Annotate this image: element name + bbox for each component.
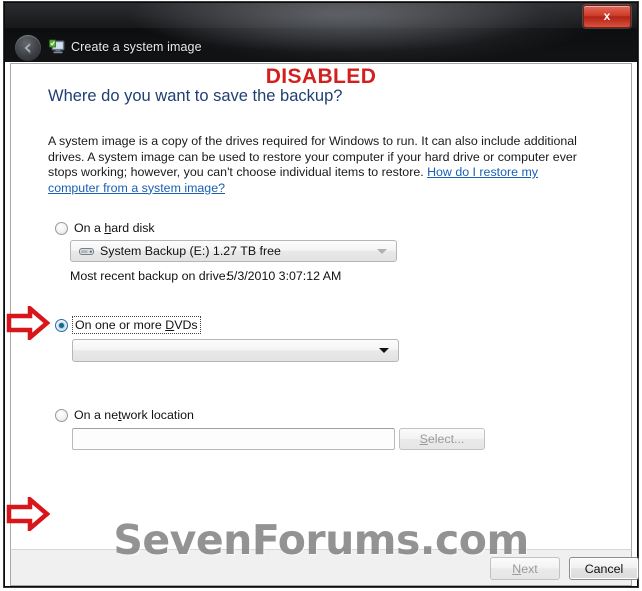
window-title: Create a system image xyxy=(71,40,202,54)
create-system-image-icon xyxy=(49,39,65,54)
radio-option-dvds[interactable]: On one or more DVDs xyxy=(55,316,201,334)
hard-disk-drive-value: System Backup (E:) 1.27 TB free xyxy=(100,244,281,258)
radio-label-network: On a network location xyxy=(74,408,194,422)
hard-disk-drive-combobox[interactable]: System Backup (E:) 1.27 TB free xyxy=(70,240,397,262)
window-titlebar: x Create a system image xyxy=(5,3,637,62)
wizard-footer: Next Cancel xyxy=(10,549,639,586)
radio-option-network[interactable]: On a network location xyxy=(55,408,194,422)
back-arrow-icon xyxy=(23,41,31,55)
create-system-image-window: x Create a system image DISABLED Where d… xyxy=(4,2,639,587)
radio-label-hard-disk: On a hard disk xyxy=(74,221,155,235)
network-location-input[interactable] xyxy=(72,428,395,450)
chevron-down-icon[interactable] xyxy=(377,248,387,254)
recent-backup-value: 5/3/2010 3:07:12 AM xyxy=(227,269,342,283)
radio-hard-disk[interactable] xyxy=(55,221,68,235)
radio-network[interactable] xyxy=(55,408,68,422)
radio-label-dvds: On one or more DVDs xyxy=(72,316,201,334)
red-right-arrow-icon xyxy=(6,306,50,340)
desktop-background: x Create a system image DISABLED Where d… xyxy=(0,0,642,591)
recent-backup-label: Most recent backup on drive: xyxy=(70,269,230,283)
red-right-arrow-icon xyxy=(6,497,50,531)
select-network-button[interactable]: Select... xyxy=(399,428,485,450)
cancel-button[interactable]: Cancel xyxy=(569,557,639,580)
back-button[interactable] xyxy=(15,35,41,61)
disabled-annotation-label: DISABLED xyxy=(265,65,377,88)
chevron-down-icon[interactable] xyxy=(379,348,389,353)
close-button[interactable]: x xyxy=(583,5,631,28)
radio-dvds[interactable] xyxy=(55,318,68,332)
radio-option-hard-disk[interactable]: On a hard disk xyxy=(55,221,155,235)
hard-drive-icon xyxy=(79,247,94,255)
intro-paragraph: A system image is a copy of the drives r… xyxy=(48,134,588,196)
dvd-drive-combobox[interactable] xyxy=(72,339,399,362)
next-button[interactable]: Next xyxy=(490,557,560,580)
wizard-content-pane: DISABLED Where do you want to save the b… xyxy=(10,63,632,549)
page-title: Where do you want to save the backup? xyxy=(48,87,343,105)
